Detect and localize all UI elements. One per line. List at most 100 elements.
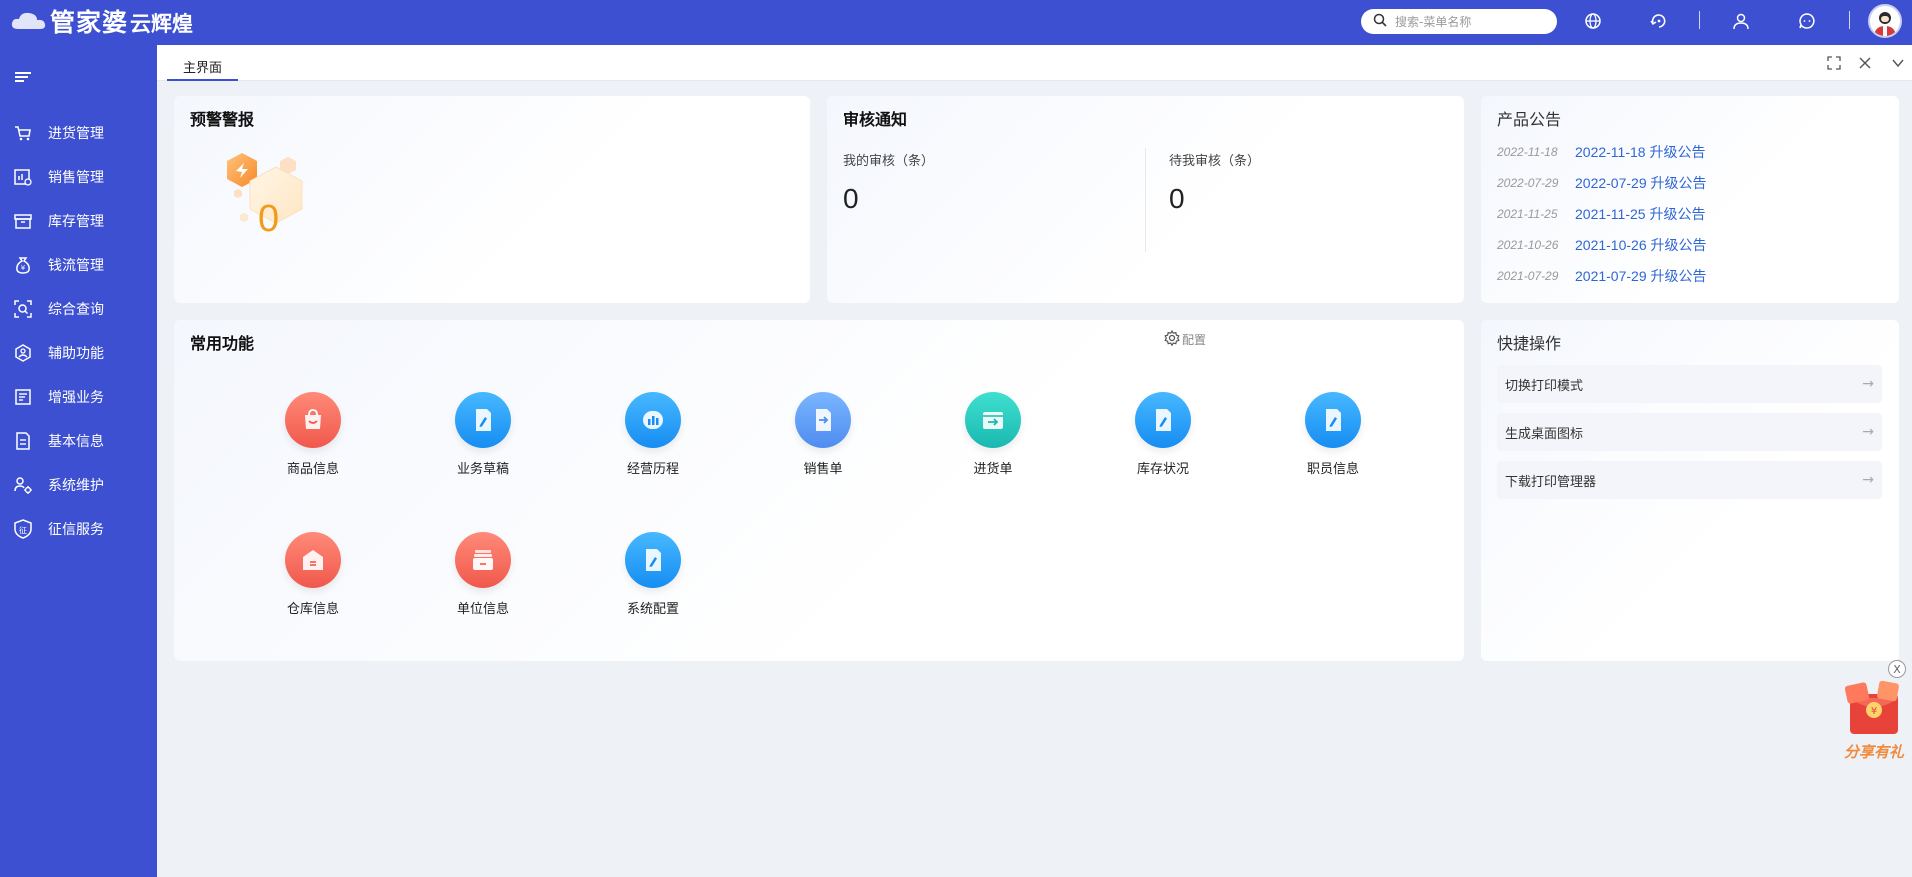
chevron-down-icon[interactable]: [1890, 55, 1906, 71]
sidebar-item-label: 综合查询: [48, 302, 104, 318]
svg-text:征: 征: [19, 525, 27, 535]
arrow-right-icon: →: [1862, 376, 1874, 392]
announcement-date: 2021-11-25: [1497, 207, 1558, 221]
sidebar-item-assist[interactable]: 辅助功能: [0, 335, 157, 371]
sidebar-item-inventory[interactable]: 库存管理: [0, 203, 157, 239]
my-audit-value: 0: [843, 183, 859, 214]
function-label: 仓库信息: [286, 602, 339, 617]
stock-edit-icon: [1135, 392, 1191, 448]
announcement-link[interactable]: 2021-10-26 升级公告: [1575, 235, 1707, 255]
function-warehouse-info[interactable]: 仓库信息: [263, 532, 363, 622]
function-product-info[interactable]: 商品信息: [263, 392, 363, 482]
common-functions-card: 常用功能 配置 商品信息 业务草稿 经营历程 销售单 进货单 库存状况 职员信息…: [174, 320, 1464, 661]
quick-op-print-manager[interactable]: 下载打印管理器 →: [1497, 461, 1882, 499]
announcement-item[interactable]: 2022-07-29 2022-07-29 升级公告: [1497, 173, 1707, 193]
red-envelope-icon: ¥: [1840, 680, 1906, 742]
function-business-history[interactable]: 经营历程: [603, 392, 703, 482]
quick-op-desktop-icon[interactable]: 生成桌面图标 →: [1497, 413, 1882, 451]
function-stock-status[interactable]: 库存状况: [1113, 392, 1213, 482]
bar-chart-icon: [625, 392, 681, 448]
sidebar-item-credit[interactable]: 征 征信服务: [0, 511, 157, 547]
announcement-card: 产品公告 2022-11-18 2022-11-18 升级公告 2022-07-…: [1481, 96, 1899, 303]
announcement-item[interactable]: 2021-11-25 2021-11-25 升级公告: [1497, 204, 1705, 224]
draft-edit-icon: [455, 392, 511, 448]
quick-ops-title: 快捷操作: [1497, 334, 1562, 353]
pending-audit-stat[interactable]: 待我审核（条） 0: [1169, 150, 1260, 215]
my-audit-stat[interactable]: 我的审核（条） 0: [843, 150, 934, 215]
warning-count: 0: [258, 198, 280, 240]
sidebar-item-enhanced[interactable]: 增强业务: [0, 379, 157, 415]
scan-search-icon: [11, 297, 35, 321]
function-business-draft[interactable]: 业务草稿: [433, 392, 533, 482]
announcement-item[interactable]: 2021-10-26 2021-10-26 升级公告: [1497, 235, 1707, 255]
user-icon[interactable]: [1730, 10, 1752, 32]
menu-collapse-icon[interactable]: [13, 69, 33, 85]
announcement-date: 2021-07-29: [1497, 269, 1559, 283]
announcement-date: 2022-07-29: [1497, 176, 1559, 190]
logo-main-text: 管家婆: [50, 8, 129, 37]
sidebar-item-query[interactable]: 综合查询: [0, 291, 157, 327]
sidebar-item-label: 征信服务: [48, 522, 104, 538]
gift-close-button[interactable]: X: [1888, 660, 1906, 678]
topbar-divider: [1699, 11, 1700, 29]
sidebar-item-label: 库存管理: [48, 214, 104, 230]
purchase-order-icon: [965, 392, 1021, 448]
share-gift-widget[interactable]: ¥ 分享有礼: [1840, 680, 1912, 761]
sidebar-item-sales[interactable]: 销售管理: [0, 159, 157, 195]
search-input[interactable]: [1395, 14, 1545, 29]
function-unit-info[interactable]: 单位信息: [433, 532, 533, 622]
sidebar-item-cashflow[interactable]: ¥ 钱流管理: [0, 247, 157, 283]
avatar[interactable]: [1868, 4, 1902, 38]
tab-main[interactable]: 主界面: [167, 54, 239, 81]
function-purchase-order[interactable]: 进货单: [943, 392, 1043, 482]
announcement-item[interactable]: 2022-11-18 2022-11-18 升级公告: [1497, 142, 1705, 162]
function-label: 经营历程: [626, 462, 679, 477]
topbar-divider: [1849, 11, 1850, 29]
refresh-icon[interactable]: [1648, 10, 1670, 32]
globe-icon[interactable]: [1582, 10, 1604, 32]
credit-shield-icon: 征: [11, 517, 35, 541]
announcement-link[interactable]: 2022-07-29 升级公告: [1575, 173, 1707, 193]
sidebar-item-label: 销售管理: [48, 170, 104, 186]
function-label: 职员信息: [1306, 462, 1359, 477]
sidebar-item-label: 增强业务: [48, 390, 104, 406]
warning-title: 预警警报: [190, 110, 255, 129]
tab-bar: 主界面: [157, 45, 1912, 81]
chat-icon[interactable]: [1796, 10, 1818, 32]
audit-title: 审核通知: [843, 110, 908, 129]
pending-audit-value: 0: [1169, 183, 1185, 214]
announcement-link[interactable]: 2021-11-25 升级公告: [1575, 204, 1705, 224]
close-icon[interactable]: [1857, 55, 1873, 71]
sales-chart-icon: [11, 165, 35, 189]
quick-op-print-mode[interactable]: 切换打印模式 →: [1497, 365, 1882, 403]
cloud-logo-icon: [10, 9, 48, 33]
sales-order-icon: [795, 392, 851, 448]
function-label: 系统配置: [626, 602, 679, 617]
function-label: 商品信息: [286, 462, 339, 477]
config-button[interactable]: 配置: [1164, 329, 1206, 349]
function-label: 库存状况: [1136, 462, 1189, 477]
function-sales-order[interactable]: 销售单: [773, 392, 873, 482]
app-logo[interactable]: 管家婆 云辉煌: [10, 6, 193, 37]
inventory-box-icon: [11, 209, 35, 233]
svg-text:¥: ¥: [21, 264, 26, 272]
function-staff-info[interactable]: 职员信息: [1283, 392, 1383, 482]
announcement-item[interactable]: 2021-07-29 2021-07-29 升级公告: [1497, 266, 1707, 286]
quick-ops-card: 快捷操作 切换打印模式 → 生成桌面图标 → 下载打印管理器 →: [1481, 320, 1899, 661]
function-system-config[interactable]: 系统配置: [603, 532, 703, 622]
quick-op-label: 切换打印模式: [1505, 378, 1584, 394]
announcement-date: 2021-10-26: [1497, 238, 1559, 252]
money-bag-icon: ¥: [11, 253, 35, 277]
warning-card: 预警警报 0: [174, 96, 810, 303]
function-label: 进货单: [973, 462, 1013, 477]
announcement-link[interactable]: 2022-11-18 升级公告: [1575, 142, 1705, 162]
functions-title: 常用功能: [190, 334, 255, 353]
menu-search[interactable]: [1361, 9, 1557, 34]
sidebar-item-purchase[interactable]: 进货管理: [0, 115, 157, 151]
announcement-link[interactable]: 2021-07-29 升级公告: [1575, 266, 1707, 286]
sidebar-item-basic-info[interactable]: 基本信息: [0, 423, 157, 459]
staff-edit-icon: [1305, 392, 1361, 448]
fullscreen-icon[interactable]: [1826, 55, 1842, 71]
sidebar-item-label: 辅助功能: [48, 346, 104, 362]
sidebar-item-maintenance[interactable]: 系统维护: [0, 467, 157, 503]
